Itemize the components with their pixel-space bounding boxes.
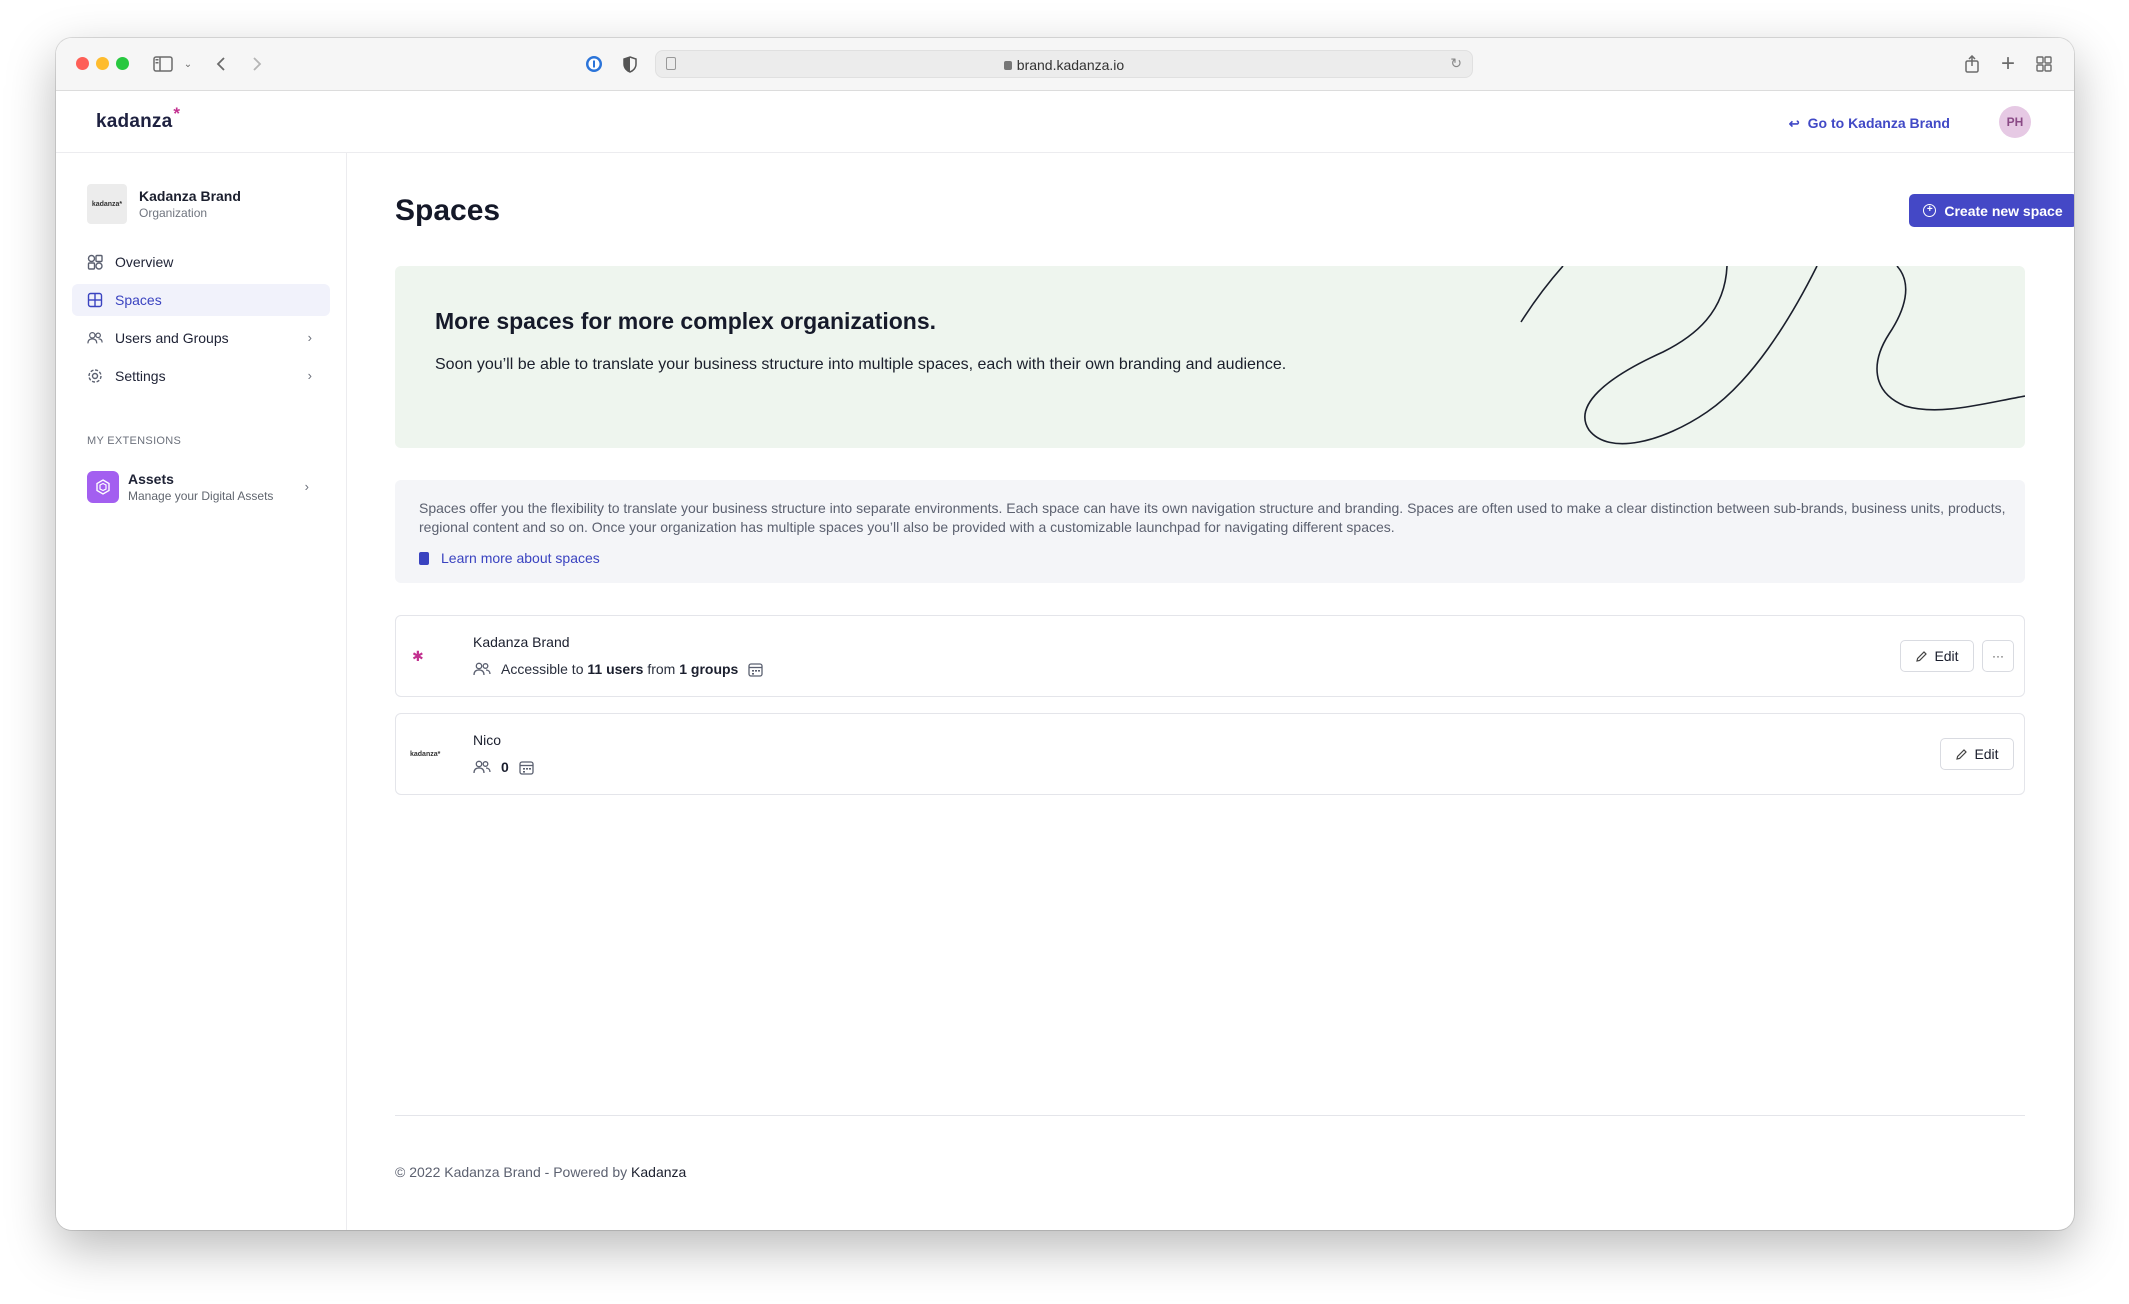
edit-label: Edit [1974, 746, 1999, 762]
chevron-down-icon[interactable]: ⌄ [182, 52, 194, 76]
footer-brand-link[interactable]: Kadanza [631, 1164, 686, 1180]
spaces-info-box: Spaces offer you the flexibility to tran… [395, 480, 2025, 583]
users-icon [473, 662, 491, 676]
learn-more-link[interactable]: Learn more about spaces [419, 550, 600, 566]
org-name: Kadanza Brand [139, 188, 241, 204]
book-icon [419, 551, 429, 565]
space-name: Nico [473, 732, 502, 748]
forward-icon[interactable] [250, 52, 264, 76]
close-window-button[interactable] [76, 57, 89, 70]
zoom-window-button[interactable] [116, 57, 129, 70]
sidebar-item-spaces[interactable]: Spaces [72, 284, 330, 316]
back-icon[interactable] [214, 52, 228, 76]
new-tab-icon[interactable]: + [1999, 50, 2017, 77]
main-content: Spaces + Create new space More spaces fo… [347, 153, 2074, 1230]
calendar-icon [748, 662, 763, 677]
space-access: Accessible to 11 users from 1 groups [473, 661, 763, 677]
edit-space-button[interactable]: Edit [1900, 640, 1974, 672]
lock-icon [1003, 61, 1012, 70]
sidebar-item-label: Overview [115, 254, 174, 270]
logo-text: kadanza [96, 111, 173, 132]
reload-icon[interactable]: ↻ [1450, 55, 1462, 72]
app-header: kadanza* ↩ Go to Kadanza Brand PH [56, 91, 2074, 153]
access-prefix: Accessible to [501, 661, 584, 677]
sidebar-item-overview[interactable]: Overview [72, 246, 330, 278]
sidebar-item-users-and-groups[interactable]: Users and Groups › [72, 322, 330, 354]
minimize-window-button[interactable] [96, 57, 109, 70]
more-options-button[interactable]: ··· [1982, 640, 2014, 672]
pencil-icon [1915, 650, 1928, 663]
sidebar-nav: Overview Spaces Users and Groups › Setti… [72, 246, 330, 398]
space-logo: ✱ [410, 644, 460, 668]
avatar[interactable]: PH [1999, 106, 2031, 138]
footer-divider [395, 1115, 2025, 1116]
password-manager-icon[interactable] [584, 52, 604, 76]
share-icon[interactable] [1963, 52, 1981, 76]
access-mid: from [647, 661, 676, 677]
kadanza-asterisk-icon: ✱ [412, 647, 424, 664]
sidebar-item-label: Settings [115, 368, 166, 384]
extension-name: Assets [128, 471, 174, 487]
users-count: 11 users [587, 661, 644, 677]
shield-icon[interactable] [621, 52, 639, 76]
logo-mark: * [173, 104, 181, 123]
chevron-right-icon: › [307, 330, 312, 345]
address-bar[interactable]: brand.kadanza.io ↻ [655, 50, 1473, 78]
space-logo-text: kadanza* [410, 750, 441, 758]
chevron-right-icon: › [304, 479, 309, 494]
space-card[interactable]: ✱ Kadanza Brand Accessible to 11 users f… [395, 615, 2025, 697]
overview-icon [87, 254, 103, 270]
users-count: 0 [501, 759, 509, 775]
sidebar-item-label: Spaces [115, 292, 162, 308]
users-icon [473, 760, 491, 774]
org-type: Organization [139, 206, 208, 220]
groups-count: 1 groups [679, 661, 739, 677]
browser-window: ⌄ brand.kadanza.io ↻ + kadanza* ↩ Go to K… [56, 38, 2074, 1230]
info-text: Spaces offer you the flexibility to tran… [419, 500, 2006, 535]
url-text: brand.kadanza.io [1016, 57, 1125, 73]
space-name: Kadanza Brand [473, 634, 570, 650]
go-to-brand-label: Go to Kadanza Brand [1807, 115, 1950, 131]
tab-overview-icon[interactable] [2035, 52, 2053, 76]
sidebar: kadanza* Kadanza Brand Organization Over… [56, 153, 347, 1230]
plus-circle-icon: + [1923, 204, 1937, 217]
page-title: Spaces [395, 194, 501, 227]
extension-assets[interactable]: Assets Manage your Digital Assets › [87, 471, 317, 503]
gear-icon [87, 368, 103, 384]
promo-squiggle-decoration [1520, 266, 2025, 445]
users-icon [87, 330, 103, 346]
go-to-brand-link[interactable]: ↩ Go to Kadanza Brand [1789, 115, 1950, 132]
calendar-icon [519, 760, 534, 775]
sidebar-item-settings[interactable]: Settings › [72, 360, 330, 392]
spaces-icon [87, 292, 103, 308]
org-logo: kadanza* [87, 184, 127, 224]
edit-space-button[interactable]: Edit [1940, 738, 2014, 770]
chevron-right-icon: › [307, 368, 312, 383]
space-logo: kadanza* [410, 742, 460, 766]
promo-banner: More spaces for more complex organizatio… [395, 266, 2025, 448]
learn-more-label: Learn more about spaces [441, 550, 600, 566]
space-access: 0 [473, 759, 534, 775]
footer-copyright: © 2022 Kadanza Brand - Powered by [395, 1164, 628, 1180]
organization-switcher[interactable]: kadanza* Kadanza Brand Organization [87, 184, 241, 224]
sidebar-item-label: Users and Groups [115, 330, 229, 346]
create-new-space-button[interactable]: + Create new space [1909, 194, 2074, 227]
pencil-icon [1955, 748, 1968, 761]
extension-description: Manage your Digital Assets [128, 489, 274, 503]
edit-label: Edit [1934, 648, 1959, 664]
browser-toolbar: ⌄ brand.kadanza.io ↻ + [56, 38, 2074, 91]
create-new-space-label: Create new space [1944, 202, 2063, 219]
assets-icon [87, 471, 119, 503]
return-arrow-icon: ↩ [1788, 116, 1800, 131]
footer: © 2022 Kadanza Brand - Powered by Kadanz… [395, 1164, 686, 1180]
space-card[interactable]: kadanza* Nico 0 Edit [395, 713, 2025, 795]
extensions-heading: MY EXTENSIONS [87, 435, 182, 447]
kadanza-logo[interactable]: kadanza* [96, 104, 180, 133]
sidebar-toggle-icon[interactable] [152, 52, 174, 76]
